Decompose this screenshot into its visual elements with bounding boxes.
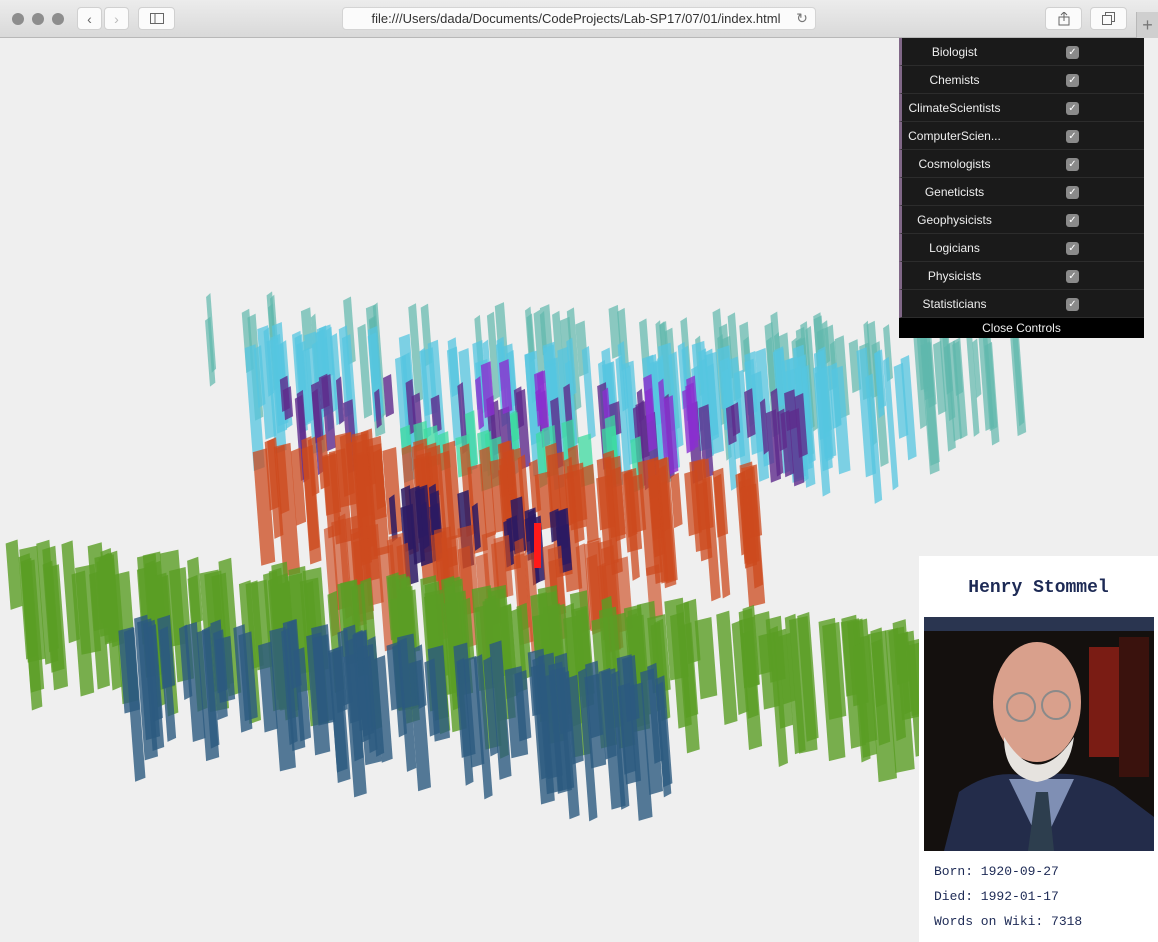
control-row-cosmologists[interactable]: Cosmologists ✓ [899,150,1144,178]
control-label: Geophysicists [917,212,992,227]
address-bar[interactable]: file:///Users/dada/Documents/CodeProject… [342,7,816,30]
control-row-physicists[interactable]: Physicists ✓ [899,262,1144,290]
tabs-overview-button[interactable] [1090,7,1127,30]
zoom-window-button[interactable] [52,13,64,25]
checkbox[interactable]: ✓ [1066,298,1079,311]
controls-panel: Biologist ✓ Chemists ✓ ClimateScientists ✓ Com… [899,38,1144,338]
control-label: Geneticists [924,184,985,199]
close-controls-button[interactable]: Close Controls [899,318,1144,338]
checkbox[interactable]: ✓ [1066,270,1079,283]
green-band-bar[interactable] [694,617,718,700]
control-row-chemists[interactable]: Chemists ✓ [899,66,1144,94]
sidebar-icon [149,13,164,24]
control-row-climatescientists[interactable]: ClimateScientists ✓ [899,94,1144,122]
checkbox[interactable]: ✓ [1066,186,1079,199]
checkbox[interactable]: ✓ [1066,46,1079,59]
selected-bar[interactable] [534,523,541,568]
control-row-geneticists[interactable]: Geneticists ✓ [899,178,1144,206]
forward-button[interactable]: › [104,7,129,30]
control-label: Cosmologists [918,156,991,171]
control-label: Logicians [929,240,980,255]
control-row-biologist[interactable]: Biologist ✓ [899,38,1144,66]
control-row-computerscien[interactable]: ComputerScien... ✓ [899,122,1144,150]
page-viewport: Biologist ✓ Chemists ✓ ClimateScientists ✓ Com… [0,38,1158,942]
forward-icon: › [114,10,119,27]
back-button[interactable]: ‹ [77,7,102,30]
teal-band-bar[interactable] [1010,331,1027,437]
minimize-window-button[interactable] [32,13,44,25]
control-label: Statisticians [922,296,987,311]
share-button[interactable] [1045,7,1082,30]
control-label: Physicists [927,268,982,283]
portrait-photo [924,617,1154,851]
wiki-word-count: Words on Wiki: 7318 [934,914,1083,929]
checkbox[interactable]: ✓ [1066,214,1079,227]
new-tab-button[interactable]: + [1136,12,1158,38]
close-window-button[interactable] [12,13,24,25]
control-row-logicians[interactable]: Logicians ✓ [899,234,1144,262]
control-label: Biologist [931,44,978,59]
control-row-geophysicists[interactable]: Geophysicists ✓ [899,206,1144,234]
back-icon: ‹ [87,10,92,27]
died-date: Died: 1992-01-17 [934,889,1059,904]
born-date: Born: 1920-09-27 [934,864,1059,879]
share-icon [1058,11,1069,25]
checkbox[interactable]: ✓ [1066,242,1079,255]
url-text[interactable]: file:///Users/dada/Documents/CodeProject… [343,11,789,26]
checkbox[interactable]: ✓ [1066,130,1079,143]
browser-toolbar: ‹ › file:///Users/dada/Documents/CodePro… [0,0,1158,38]
control-label: Chemists [929,72,980,87]
scientist-name: Henry Stommel [968,578,1109,598]
sidebar-button[interactable] [138,7,175,30]
checkbox[interactable]: ✓ [1066,158,1079,171]
control-label: ComputerScien... [908,128,1001,143]
control-row-statisticians[interactable]: Statisticians ✓ [899,290,1144,318]
checkbox[interactable]: ✓ [1066,74,1079,87]
cyan-band-bar[interactable] [581,346,596,441]
scientist-info-card: Henry Stommel Born: 1920-09-27 Died: 199… [919,556,1158,942]
control-label: ClimateScientists [908,100,1001,115]
green-band-bar[interactable] [187,556,204,625]
new-tab-icon: + [1142,14,1153,35]
checkbox[interactable]: ✓ [1066,102,1079,115]
reload-icon[interactable]: ↻ [789,10,815,27]
tabs-icon [1102,12,1115,25]
